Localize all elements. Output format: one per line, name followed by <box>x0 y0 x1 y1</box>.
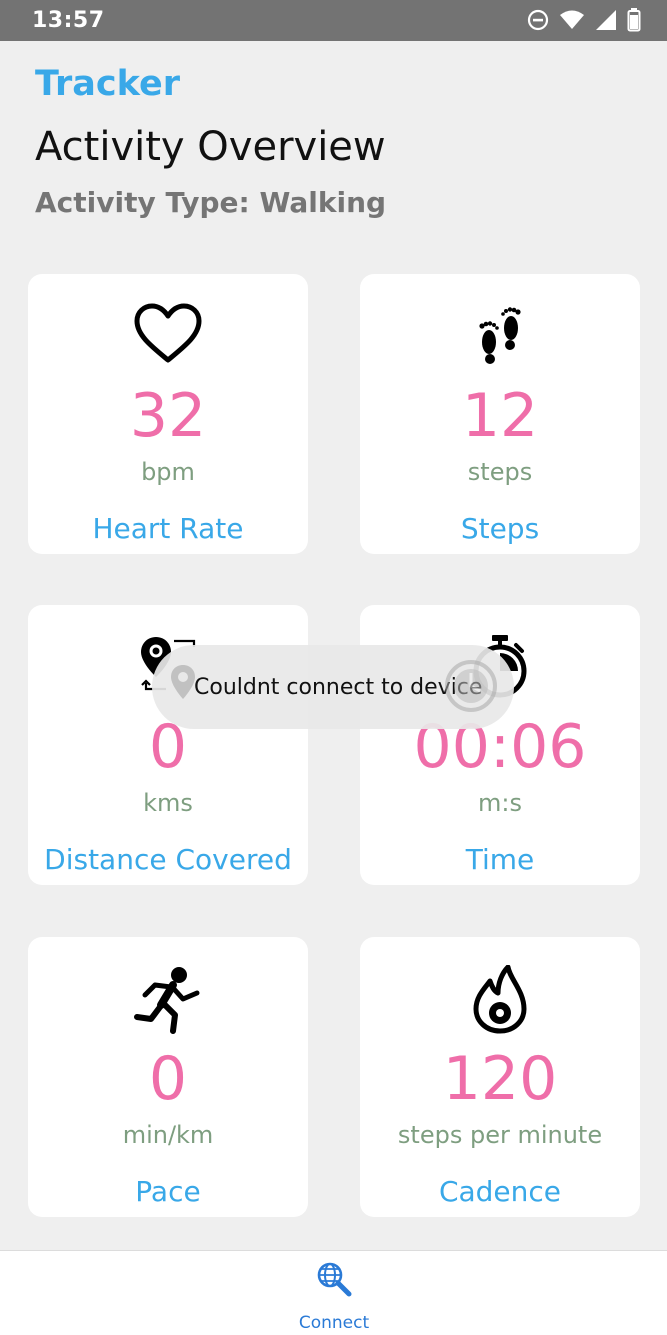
bottom-nav: Connect <box>0 1250 667 1335</box>
heart-icon <box>28 302 308 374</box>
status-icons <box>527 8 641 32</box>
time-unit: m:s <box>478 789 522 817</box>
app-name: Tracker <box>35 64 180 104</box>
cadence-card: 120 steps per minute Cadence <box>360 937 640 1217</box>
distance-unit: kms <box>143 789 193 817</box>
steps-label: Steps <box>460 512 540 545</box>
time-label: Time <box>465 843 535 876</box>
toast-text: Couldnt connect to device <box>194 675 483 700</box>
wifi-icon <box>559 9 585 31</box>
heart-rate-label: Heart Rate <box>92 512 244 545</box>
heart-rate-card: 32 bpm Heart Rate <box>28 274 308 554</box>
steps-card: 12 steps Steps <box>360 274 640 554</box>
cadence-unit: steps per minute <box>397 1121 603 1149</box>
pace-value: 0 <box>148 1044 188 1114</box>
battery-icon <box>627 8 641 32</box>
nav-label-connect: Connect <box>298 1313 370 1333</box>
cadence-label: Cadence <box>438 1175 562 1208</box>
dnd-icon <box>527 9 549 31</box>
status-time: 13:57 <box>32 8 105 33</box>
distance-label: Distance Covered <box>44 843 292 876</box>
globe-search-icon <box>316 1261 352 1302</box>
heart-rate-unit: bpm <box>141 458 195 486</box>
page-title: Activity Overview <box>35 124 386 170</box>
fire-icon <box>360 965 640 1037</box>
pace-card: 0 min/km Pace <box>28 937 308 1217</box>
signal-icon <box>595 9 617 31</box>
clock-icon <box>442 657 500 720</box>
heart-rate-value: 32 <box>129 381 207 451</box>
steps-value: 12 <box>461 381 539 451</box>
footprints-icon <box>360 302 640 374</box>
activity-type: Activity Type: Walking <box>35 186 387 219</box>
toast-message: Couldnt connect to device <box>152 645 514 729</box>
status-bar: 13:57 <box>0 0 667 41</box>
pace-label: Pace <box>135 1175 201 1208</box>
nav-item-connect[interactable]: Connect <box>284 1261 384 1333</box>
cadence-value: 120 <box>442 1044 558 1114</box>
pace-unit: min/km <box>122 1121 214 1149</box>
running-icon <box>28 965 308 1037</box>
steps-unit: steps <box>467 458 533 486</box>
